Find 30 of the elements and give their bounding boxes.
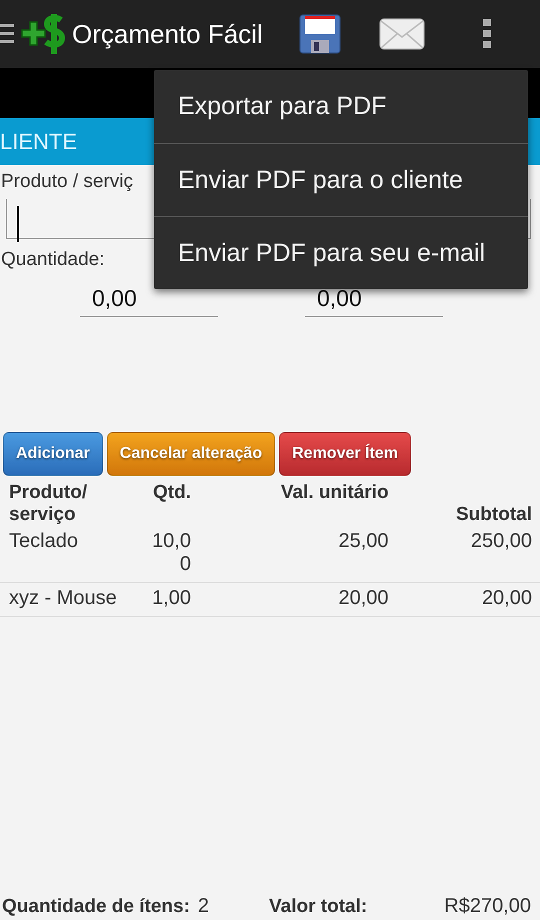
table-cell: 250,00 bbox=[470, 530, 532, 552]
price-input-field[interactable]: 0,00 bbox=[305, 281, 443, 317]
envelope-icon[interactable] bbox=[378, 18, 425, 50]
action-button[interactable]: Adicionar bbox=[3, 432, 103, 476]
item-count: 2 bbox=[198, 895, 210, 918]
total-value: R$270,00 bbox=[444, 895, 531, 918]
app-title: Orçamento Fácil bbox=[72, 18, 263, 50]
column-header: Val. unitário bbox=[280, 482, 390, 505]
table-cell: 1,00 bbox=[152, 587, 191, 609]
column-header: Subtotal bbox=[455, 503, 533, 526]
table-cell: Teclado bbox=[9, 530, 78, 552]
table-cell: 20,00 bbox=[338, 587, 389, 609]
column-header: Qtd. bbox=[152, 482, 192, 505]
table-cell: 20,00 bbox=[482, 587, 532, 609]
menu-item[interactable]: Enviar PDF para seu e-mail bbox=[154, 216, 528, 289]
item-count-label: Quantidade de ítens: bbox=[2, 896, 190, 918]
total-label: Valor total: bbox=[269, 896, 368, 918]
action-button[interactable]: Remover Ítem bbox=[279, 432, 411, 476]
quantity-input-field[interactable]: 0,00 bbox=[80, 281, 218, 317]
table-cell: xyz - Mouse bbox=[9, 587, 117, 609]
menu-item[interactable]: Enviar PDF para o cliente bbox=[154, 143, 528, 216]
table-cell: 10,00 bbox=[152, 530, 191, 575]
text-cursor bbox=[17, 206, 19, 242]
overflow-menu-icon[interactable] bbox=[482, 19, 491, 49]
quantity-label: Quantidade: bbox=[0, 249, 105, 271]
menu-icon[interactable] bbox=[0, 22, 14, 46]
product-label: Produto / serviç bbox=[0, 171, 133, 193]
column-header: Produto/ serviço bbox=[8, 482, 88, 526]
table-cell: 25,00 bbox=[338, 530, 389, 552]
menu-item[interactable]: Exportar para PDF bbox=[154, 70, 528, 143]
